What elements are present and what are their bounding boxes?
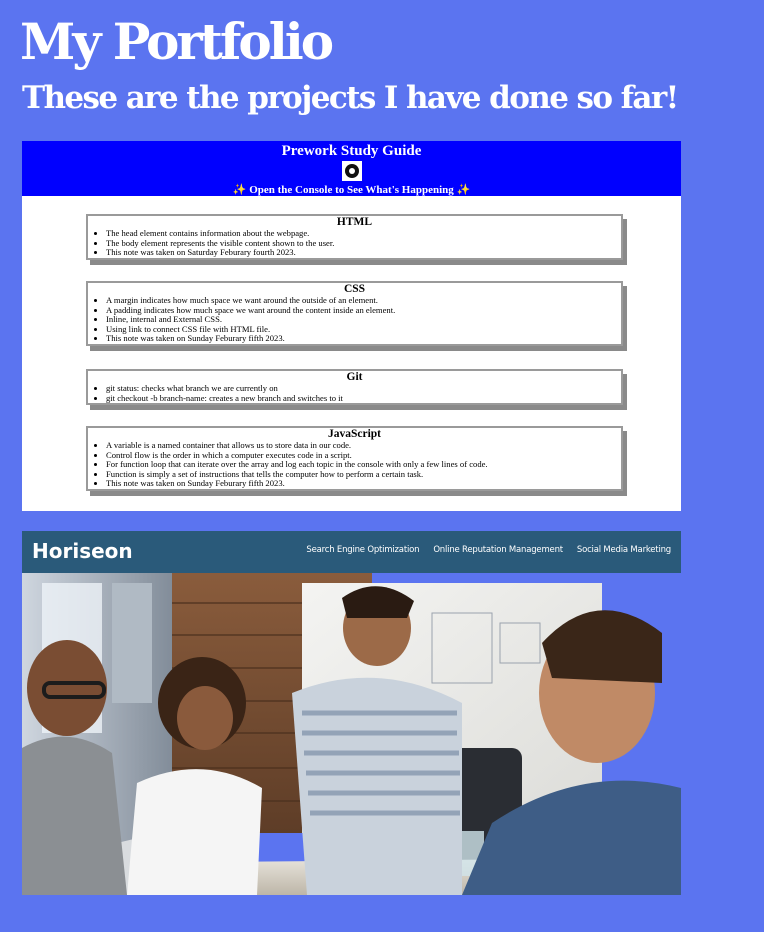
note-card-git: Git git status: checks what branch we ar… xyxy=(86,369,623,406)
console-hint: ✨ Open the Console to See What's Happeni… xyxy=(232,184,471,196)
study-guide-header: Prework Study Guide ✨ Open the Console t… xyxy=(22,141,681,196)
horiseon-header: Horiseon Search Engine Optimization Onli… xyxy=(22,531,681,573)
page-title: My Portfolio xyxy=(20,12,334,71)
nav-link-social-media[interactable]: Social Media Marketing xyxy=(577,545,671,555)
horiseon-nav: Search Engine Optimization Online Reputa… xyxy=(306,545,671,555)
horiseon-logo: Horiseon xyxy=(32,539,133,563)
note-item: git checkout -b branch-name: creates a n… xyxy=(106,393,621,404)
hero-image xyxy=(22,573,681,895)
nav-link-reputation[interactable]: Online Reputation Management xyxy=(433,545,563,555)
project-horiseon[interactable]: Horiseon Search Engine Optimization Onli… xyxy=(22,531,681,895)
note-item: This note was taken on Sunday Feburary f… xyxy=(106,479,621,489)
note-card-html: HTML The head element contains informati… xyxy=(86,214,623,260)
note-card-javascript: JavaScript A variable is a named contain… xyxy=(86,426,623,491)
page-subtitle: These are the projects I have done so fa… xyxy=(22,80,679,116)
project-study-guide[interactable]: Prework Study Guide ✨ Open the Console t… xyxy=(22,141,681,511)
note-card-css: CSS A margin indicates how much space we… xyxy=(86,281,623,346)
study-guide-title: Prework Study Guide xyxy=(281,143,422,159)
profile-icon xyxy=(341,161,362,181)
note-item: This note was taken on Sunday Feburary f… xyxy=(106,334,621,344)
nav-link-seo[interactable]: Search Engine Optimization xyxy=(306,545,419,555)
note-item: This note was taken on Saturday Feburary… xyxy=(106,248,621,258)
